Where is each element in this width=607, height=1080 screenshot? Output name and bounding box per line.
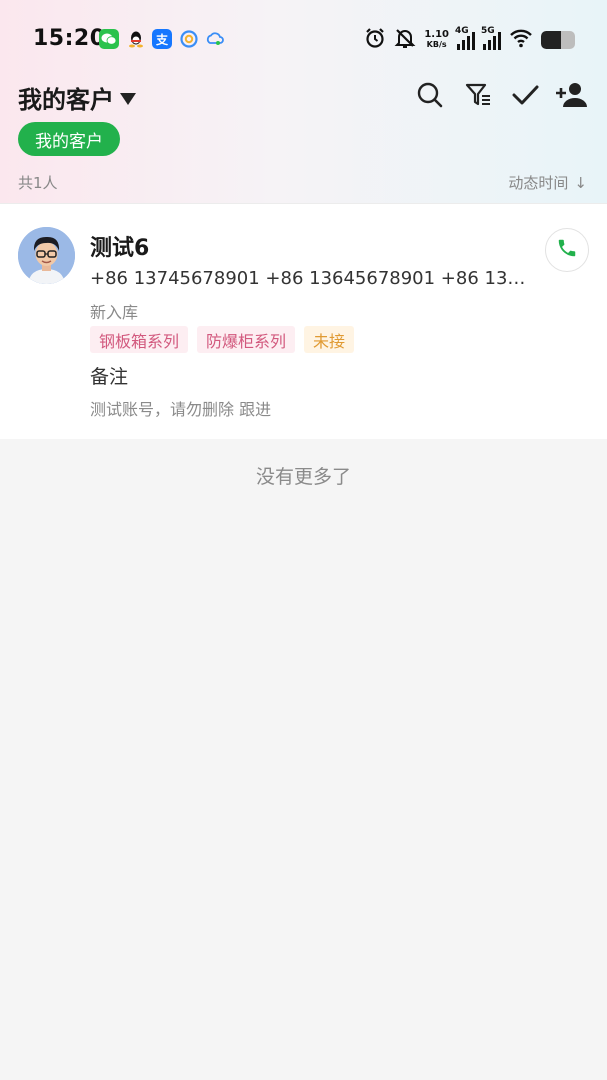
- customer-tags: 钢板箱系列 防爆柜系列 未接: [90, 326, 355, 353]
- alipay-icon: 支: [152, 29, 172, 49]
- check-icon[interactable]: [508, 78, 542, 112]
- phone-icon: [556, 237, 578, 263]
- page-title: 我的客户: [18, 86, 114, 114]
- customer-status: 新入库: [90, 303, 139, 322]
- customer-count: 共1人: [18, 174, 58, 192]
- tag: 未接: [304, 326, 355, 353]
- status-time: 15:20: [33, 26, 106, 51]
- signal-4g-icon: 4G: [455, 26, 475, 50]
- signal-5g-icon: 5G: [481, 26, 501, 50]
- add-user-icon[interactable]: [553, 78, 593, 112]
- no-more-text: 没有更多了: [255, 466, 351, 488]
- bell-off-icon: [394, 27, 416, 53]
- app-header: 我的客户: [0, 76, 607, 116]
- arrow-down-icon: ↓: [574, 173, 587, 192]
- sort-toggle[interactable]: 动态时间 ↓: [508, 172, 587, 193]
- tag: 防爆柜系列: [197, 326, 296, 353]
- status-bar: 15:20 支 1.10 KB/s 4G 5G: [0, 0, 607, 80]
- wechat-icon: [99, 29, 119, 49]
- caret-down-icon: [120, 92, 136, 105]
- qq-icon: [126, 29, 146, 49]
- battery-icon: [541, 31, 575, 49]
- filter-icon[interactable]: [461, 78, 495, 112]
- customer-name: 测试6: [90, 236, 150, 261]
- cloud-icon: [205, 29, 225, 49]
- remark-text: 测试账号，请勿删除 跟进: [90, 400, 272, 419]
- customer-phones: +86 13745678901 +86 13645678901 +86 1354…: [90, 268, 530, 289]
- browser-icon: [179, 29, 199, 49]
- sort-label: 动态时间: [508, 174, 569, 192]
- filter-chip-my-customers[interactable]: 我的客户: [18, 122, 120, 156]
- avatar: [18, 227, 75, 284]
- tag: 钢板箱系列: [90, 326, 189, 353]
- remark-label: 备注: [90, 366, 129, 388]
- net-speed: 1.10 KB/s: [424, 29, 449, 50]
- customer-card[interactable]: 测试6 +86 13745678901 +86 13645678901 +86 …: [0, 203, 607, 439]
- alarm-icon: [364, 27, 386, 53]
- search-icon[interactable]: [413, 78, 447, 112]
- status-right: 1.10 KB/s 4G 5G: [364, 26, 575, 54]
- wifi-icon: [509, 28, 533, 52]
- call-button[interactable]: [545, 228, 589, 272]
- customer-scope-dropdown[interactable]: 我的客户: [18, 80, 136, 115]
